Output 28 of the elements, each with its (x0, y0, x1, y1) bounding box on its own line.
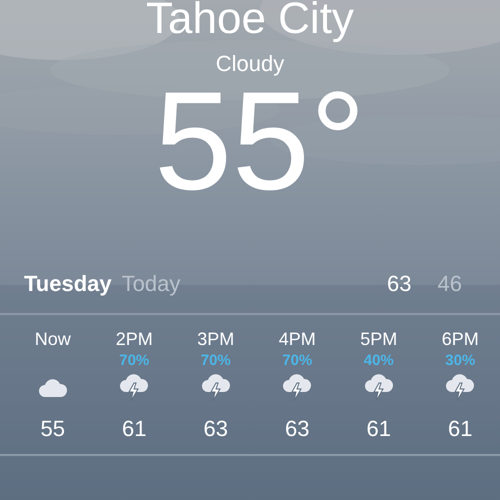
hour-temperature: 63 (285, 416, 310, 442)
precipitation-chance: 70% (119, 352, 150, 368)
thunderstorm-icon (364, 373, 394, 403)
high-temperature: 63 (387, 271, 412, 297)
thunderstorm-icon (282, 373, 312, 403)
thunderstorm-icon (445, 373, 476, 403)
hour-label: 6PM (442, 329, 479, 350)
hour-label: 2PM (116, 329, 153, 350)
thunderstorm-icon (119, 373, 150, 403)
hour-temperature: 55 (40, 416, 65, 442)
precipitation-chance: 70% (200, 352, 231, 368)
hour-temperature: 61 (366, 416, 391, 442)
thunderstorm-icon (200, 373, 231, 403)
low-temperature: 46 (438, 271, 462, 297)
hour-label: 5PM (360, 329, 398, 350)
day-label: Today (122, 271, 180, 297)
hour-label: Now (34, 329, 71, 350)
cloud-icon (38, 377, 68, 399)
hour-temperature: 61 (448, 416, 472, 442)
precipitation-chance: 30% (445, 352, 476, 368)
hour-label: 3PM (197, 329, 234, 350)
day-name: Tuesday (24, 271, 112, 297)
precipitation-chance: 40% (364, 352, 394, 368)
hour-label: 4PM (278, 329, 316, 350)
precipitation-chance: 70% (282, 352, 312, 368)
city-name: Tahoe City (146, 0, 354, 41)
hour-temperature: 61 (122, 416, 146, 442)
hour-temperature: 63 (204, 416, 228, 442)
